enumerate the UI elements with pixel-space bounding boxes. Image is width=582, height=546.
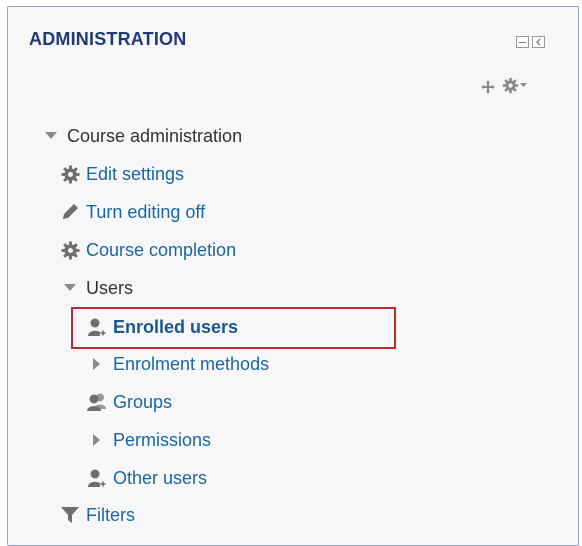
course-completion-link[interactable]: Course completion — [86, 240, 236, 261]
filter-icon — [59, 505, 81, 525]
gear-icon — [59, 164, 81, 184]
permissions-link[interactable]: Permissions — [113, 430, 211, 451]
tree-node-enrolment-methods[interactable]: Enrolment methods — [86, 352, 269, 376]
tree-item-groups[interactable]: Groups — [86, 390, 172, 414]
collapsed-triangle-icon — [86, 430, 108, 450]
collapsed-triangle-icon — [86, 354, 108, 374]
block-title: ADMINISTRATION — [29, 29, 187, 49]
minimize-icon[interactable] — [516, 36, 529, 48]
expanded-triangle-icon — [40, 126, 62, 146]
other-users-link[interactable]: Other users — [113, 468, 207, 489]
tree-item-filters[interactable]: Filters — [59, 503, 135, 527]
tree-label: Users — [86, 277, 134, 298]
dock-icon[interactable] — [532, 36, 545, 48]
gear-icon — [59, 240, 81, 260]
tree-node-course-administration[interactable]: Course administration — [40, 124, 242, 148]
groups-link[interactable]: Groups — [113, 392, 172, 413]
filters-link[interactable]: Filters — [86, 505, 135, 526]
enrol-user-icon — [86, 468, 108, 488]
expanded-triangle-icon — [59, 278, 81, 298]
chevron-down-icon — [520, 83, 527, 87]
tree-item-course-completion[interactable]: Course completion — [59, 238, 236, 262]
tree-node-users[interactable]: Users — [59, 276, 133, 300]
tree-item-other-users[interactable]: Other users — [86, 466, 207, 490]
edit-settings-link[interactable]: Edit settings — [86, 164, 184, 185]
highlight-box — [71, 307, 396, 349]
tree-item-edit-settings[interactable]: Edit settings — [59, 162, 184, 186]
gear-menu-icon[interactable] — [502, 77, 527, 94]
groups-icon — [86, 392, 108, 412]
enrolment-methods-link[interactable]: Enrolment methods — [113, 354, 269, 375]
tree-label: Course administration — [67, 125, 243, 146]
turn-editing-off-link[interactable]: Turn editing off — [86, 202, 205, 223]
pencil-icon — [59, 202, 81, 222]
block-header-controls — [516, 36, 545, 48]
tree-node-permissions[interactable]: Permissions — [86, 428, 211, 452]
tree-item-turn-editing-off[interactable]: Turn editing off — [59, 200, 205, 224]
move-icon[interactable] — [480, 79, 496, 100]
